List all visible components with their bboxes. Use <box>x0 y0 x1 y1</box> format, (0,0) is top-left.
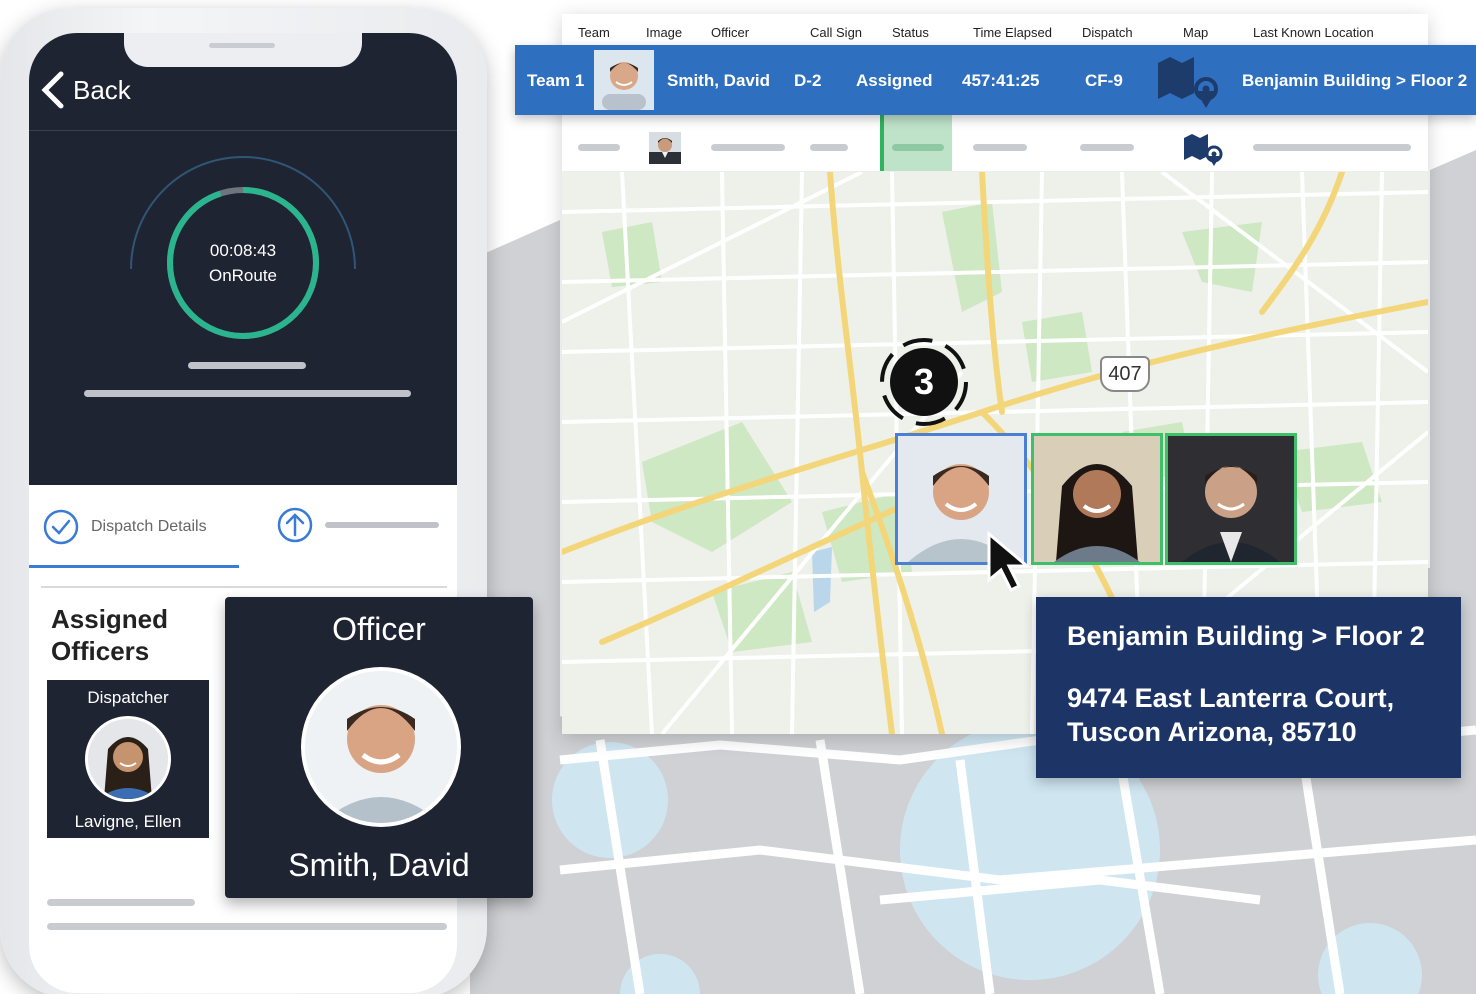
row-call-sign: D-2 <box>794 71 822 90</box>
col-header-officer[interactable]: Officer <box>711 25 749 40</box>
row-last-known-location: Benjamin Building > Floor 2 <box>1242 71 1468 90</box>
col-header-last-known-location[interactable]: Last Known Location <box>1253 25 1374 40</box>
map-pin-icon[interactable] <box>1182 132 1224 166</box>
col-header-time-elapsed[interactable]: Time Elapsed <box>973 25 1052 40</box>
location-address: 9474 East Lanterra Court, Tuscon Arizona… <box>1067 683 1395 747</box>
cluster-count: 3 <box>913 361 935 402</box>
divider <box>29 130 457 131</box>
cluster-officer-card[interactable] <box>1165 433 1297 565</box>
timer-status: OnRoute <box>208 266 278 285</box>
assigned-officers-label: Assigned Officers <box>51 604 169 666</box>
avatar <box>85 716 171 802</box>
tab-dispatch-label: Dispatch Details <box>91 518 207 535</box>
location-title: Benjamin Building > Floor 2 <box>1067 621 1425 651</box>
arrow-up-circle-icon <box>277 507 439 543</box>
placeholder-bar <box>973 144 1027 151</box>
officer-thumbnail <box>649 132 681 164</box>
cluster-officer-card[interactable] <box>1031 433 1163 565</box>
officer-role: Officer <box>332 611 426 647</box>
location-popup: Benjamin Building > Floor 2 9474 East La… <box>1036 597 1461 778</box>
highway-shield: 407 <box>1100 356 1150 392</box>
check-circle-icon <box>43 509 79 545</box>
dispatcher-role: Dispatcher <box>87 688 169 707</box>
row-status: Assigned <box>856 71 933 90</box>
row-officer-photo <box>594 50 654 110</box>
placeholder-bar <box>578 144 620 151</box>
col-header-dispatch[interactable]: Dispatch <box>1082 25 1133 40</box>
map-pin-icon[interactable] <box>1156 53 1220 109</box>
assigned-officers-title: Assigned Officers <box>51 603 211 667</box>
placeholder-bar <box>892 144 944 151</box>
cursor-icon <box>987 530 1032 593</box>
col-header-call-sign[interactable]: Call Sign <box>810 25 862 40</box>
back-button[interactable]: Back <box>39 67 131 113</box>
col-header-team[interactable]: Team <box>578 25 610 40</box>
timer-value: 00:08:43 <box>209 241 277 260</box>
dispatcher-card[interactable]: Dispatcher Lavigne, Ellen <box>47 680 209 838</box>
tab-dispatch-details[interactable]: Dispatch Details <box>43 507 207 547</box>
timer-readout: 00:08:43 OnRoute <box>143 238 343 288</box>
placeholder-bar <box>47 923 447 930</box>
col-header-status[interactable]: Status <box>892 25 929 40</box>
placeholder-bar <box>1080 144 1134 151</box>
back-label: Back <box>73 74 131 105</box>
row-dispatch: CF-9 <box>1085 71 1123 90</box>
row-time-elapsed: 457:41:25 <box>962 71 1040 90</box>
active-dispatch-row[interactable]: Team 1 Smith, David D-2 Assigned 457:41:… <box>515 45 1476 115</box>
timer-panel: Back 00:08:43 OnRoute <box>29 33 457 485</box>
tab-upload[interactable] <box>277 507 447 547</box>
row-team: Team 1 <box>527 71 585 90</box>
officer-name: Smith, David <box>288 847 470 883</box>
placeholder-bar <box>1253 144 1411 151</box>
placeholder-bar <box>84 390 411 397</box>
placeholder-bar <box>188 362 306 369</box>
row-officer: Smith, David <box>667 71 770 90</box>
divider <box>41 586 447 588</box>
placeholder-bar <box>47 899 195 906</box>
officer-popup-card[interactable]: Officer Smith, David <box>225 597 533 898</box>
dispatcher-name: Lavigne, Ellen <box>74 812 182 831</box>
col-header-map[interactable]: Map <box>1183 25 1208 40</box>
col-header-image[interactable]: Image <box>646 25 682 40</box>
placeholder-bar <box>810 144 848 151</box>
detail-tabs: Dispatch Details <box>29 485 457 573</box>
active-tab-underline <box>29 565 239 568</box>
table-row[interactable] <box>562 124 1428 172</box>
phone-notch <box>124 33 362 67</box>
officer-cluster-marker[interactable]: 3 <box>878 336 970 428</box>
chevron-left-icon <box>41 71 64 109</box>
placeholder-bar <box>711 144 785 151</box>
avatar <box>301 667 461 827</box>
